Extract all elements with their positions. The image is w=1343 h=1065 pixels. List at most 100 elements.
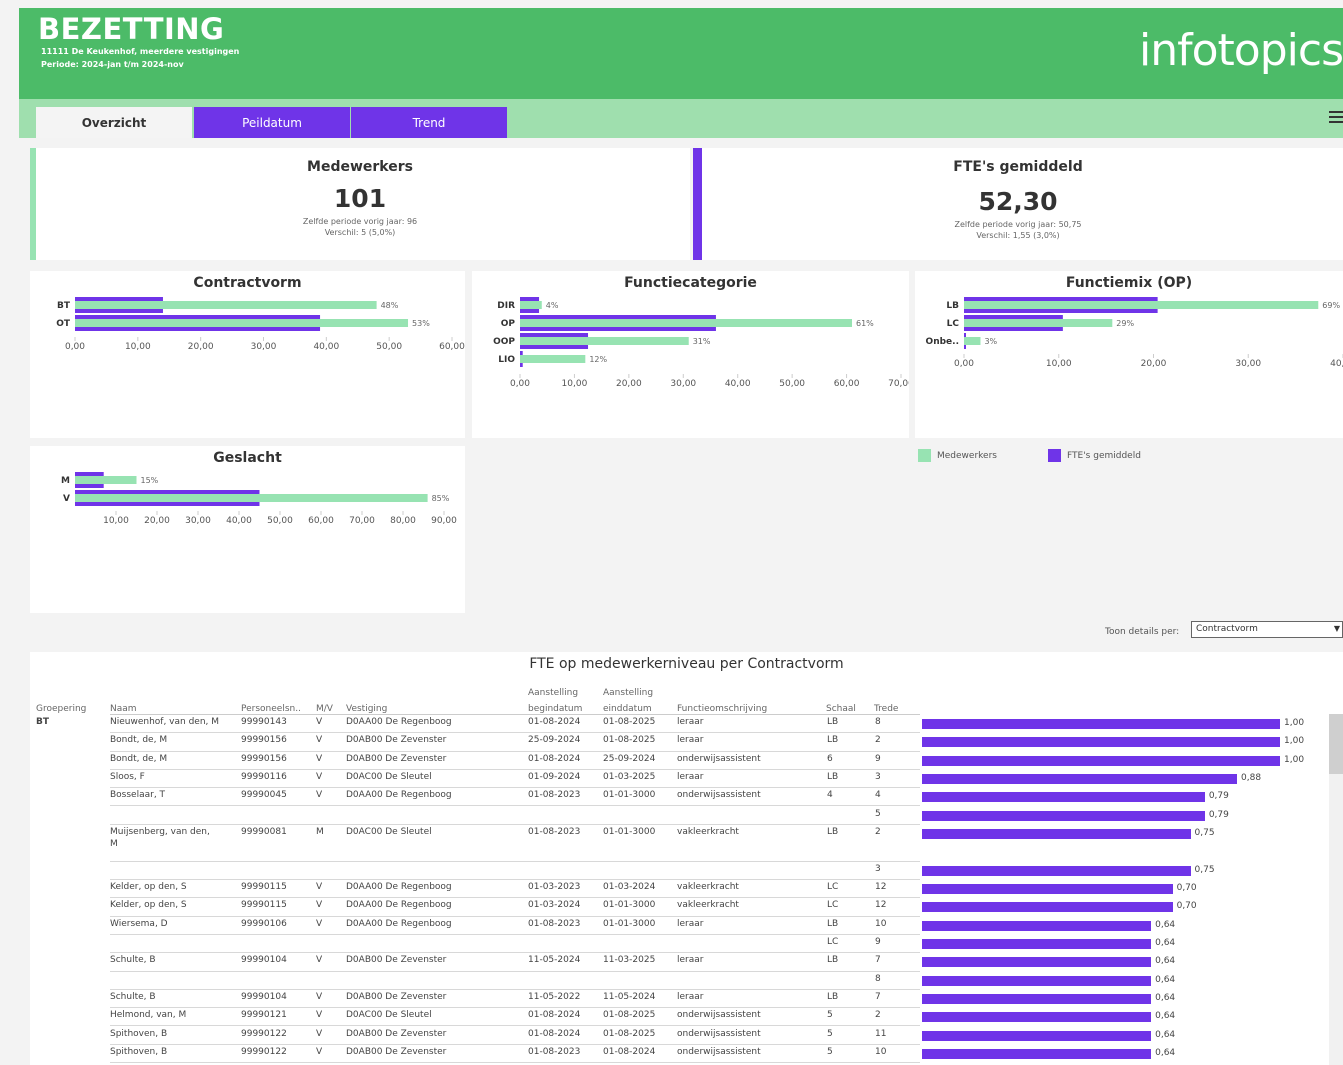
table-row[interactable]: Schulte, B 99990104 V D0AB00 De Zevenster 11…	[30, 990, 1343, 1009]
tick-label: 20,00	[188, 342, 214, 352]
cell-schaal: LB	[827, 955, 839, 966]
table-row[interactable]: Kelder, op den, S 99990115 V D0AA00 De Rege…	[30, 880, 1343, 899]
col-header-groepering[interactable]: Groepering	[36, 703, 86, 715]
legend-medewerkers[interactable]: Medewerkers	[918, 449, 997, 462]
category-label: DIR	[497, 301, 515, 311]
category-label: V	[63, 494, 70, 504]
table-row[interactable]: Muijsenberg, van den, M 99990081 M D0AC00 De…	[30, 825, 1343, 862]
cell-begindatum: 01-08-2024	[528, 1010, 581, 1021]
cell-functie: onderwijsassistent	[677, 1028, 761, 1039]
fte-bar[interactable]	[922, 902, 1173, 913]
fte-bar[interactable]	[922, 810, 1205, 821]
cell-trede: 2	[875, 735, 881, 746]
table-row[interactable]: 5 0,79	[30, 807, 1343, 825]
table-row[interactable]: Spithoven, B 99990122 V D0AB00 De Zevenster…	[30, 1027, 1343, 1045]
cell-begindatum: 01-09-2024	[528, 771, 581, 782]
tick-label: 50,00	[267, 516, 293, 526]
table-row[interactable]: Spithoven, B 99990122 V D0AB00 De Zevenster…	[30, 1045, 1343, 1064]
fte-bar[interactable]	[922, 828, 1191, 839]
fte-bar[interactable]	[922, 773, 1238, 784]
fte-bar[interactable]	[922, 975, 1152, 986]
table-row[interactable]: Kelder, op den, S 99990115 V D0AA00 De Rege…	[30, 898, 1343, 917]
tick-label: 30,00	[1235, 359, 1261, 369]
cell-einddatum: 01-03-2025	[603, 771, 656, 782]
table-row[interactable]: BT Nieuwenhof, van den, M 99990143 V D0AA00 …	[30, 715, 1343, 734]
tick-label: 10,00	[125, 342, 151, 352]
fte-bar[interactable]	[922, 719, 1280, 729]
fte-bar[interactable]	[922, 755, 1280, 766]
cell-einddatum: 01-08-2025	[603, 735, 656, 746]
fte-bar[interactable]	[922, 1030, 1152, 1041]
cell-groepering: BT	[36, 717, 49, 727]
fte-bar[interactable]	[922, 939, 1152, 949]
cell-begindatum: 01-03-2024	[528, 900, 581, 911]
cell-functie: leraar	[677, 735, 704, 746]
cell-einddatum: 01-08-2025	[603, 717, 656, 727]
table-row[interactable]: Sloos, F 99990116 V D0AC00 De Sleutel 01-09-…	[30, 770, 1343, 789]
percentage-label: 15%	[141, 476, 159, 485]
report-subtitle-period: Periode: 2024-jan t/m 2024-nov	[41, 60, 184, 69]
table-row[interactable]: LC 9 0,64	[30, 935, 1343, 954]
percentage-label: 12%	[589, 355, 607, 364]
percentage-label: 69%	[1322, 301, 1340, 310]
table-row[interactable]: Bosselaar, T 99990045 V D0AA00 De Regenboog…	[30, 788, 1343, 807]
col-header-aanstelling[interactable]: Aanstelling	[528, 687, 578, 699]
percentage-label: 53%	[412, 319, 430, 328]
cell-vestiging: D0AA00 De Regenboog	[346, 717, 452, 727]
tab-trend[interactable]: Trend	[351, 107, 507, 138]
fte-bar[interactable]	[922, 865, 1191, 876]
table-scrollbar-thumb[interactable]	[1329, 714, 1343, 774]
tick-label: 0,00	[65, 342, 85, 352]
table-row[interactable]: Wiersema, D 99990106 V D0AA00 De Regenboog 0…	[30, 917, 1343, 935]
legend-fte[interactable]: FTE's gemiddeld	[1048, 449, 1141, 462]
tick-label: 70,00	[349, 516, 375, 526]
cell-trede: 7	[875, 955, 881, 966]
hamburger-menu-icon[interactable]	[1329, 108, 1343, 126]
fte-bar[interactable]	[922, 920, 1152, 931]
cell-functie: vakleerkracht	[677, 900, 739, 911]
cell-functie: leraar	[677, 991, 704, 1002]
category-label: LC	[947, 319, 960, 329]
medewerkers-bar	[520, 319, 853, 327]
fte-bar[interactable]	[922, 957, 1152, 968]
fte-value-label: 0,75	[1194, 864, 1215, 875]
fte-bar[interactable]	[922, 792, 1205, 803]
cell-functie: leraar	[677, 717, 704, 727]
cell-schaal: LB	[827, 771, 839, 782]
tick-label: 0,00	[510, 379, 530, 389]
kpi-previous-year: Zelfde periode vorig jaar: 50,75	[954, 220, 1082, 229]
table-row[interactable]: Schulte, B 99990104 V D0AB00 De Zevenster 11…	[30, 953, 1343, 972]
table-row[interactable]: 3 0,75	[30, 862, 1343, 881]
col-header-aanstelling-eind[interactable]: Aanstelling	[603, 687, 653, 699]
tick-label: 70,00	[888, 379, 909, 389]
tick-label: 40,00	[1330, 359, 1343, 369]
table-row[interactable]: 8 0,64	[30, 972, 1343, 990]
tick-label: 0,00	[954, 359, 974, 369]
cell-naam: Bondt, de, M	[110, 753, 168, 764]
category-label: LB	[946, 301, 959, 311]
fte-bar[interactable]	[922, 1048, 1152, 1059]
fte-value-label: 0,64	[1155, 956, 1176, 967]
fte-bar[interactable]	[922, 993, 1152, 1004]
fte-bar[interactable]	[922, 884, 1173, 895]
tick-label: 60,00	[439, 342, 465, 352]
tick-label: 80,00	[390, 516, 416, 526]
report-subtitle-school: 11111 De Keukenhof, meerdere vestigingen	[41, 47, 240, 56]
tab-overzicht[interactable]: Overzicht	[36, 107, 192, 138]
percentage-label: 31%	[693, 337, 711, 346]
details-dropdown[interactable]: Contractvorm ▼	[1191, 621, 1343, 638]
fte-bar[interactable]	[922, 1012, 1152, 1023]
table-row[interactable]: Bondt, de, M 99990156 V D0AB00 De Zevenster…	[30, 752, 1343, 770]
cell-functie: onderwijsassistent	[677, 753, 761, 764]
cell-mv: V	[316, 771, 323, 782]
cell-einddatum: 11-03-2025	[603, 955, 656, 966]
tick-label: 50,00	[779, 379, 805, 389]
tab-peildatum[interactable]: Peildatum	[194, 107, 350, 138]
fte-bar[interactable]	[922, 737, 1280, 748]
cell-trede: 8	[875, 717, 881, 727]
tick-label: 30,00	[251, 342, 277, 352]
tick-label: 30,00	[670, 379, 696, 389]
table-row[interactable]: Helmond, van, M 99990121 V D0AC00 De Sleute…	[30, 1008, 1343, 1027]
table-row[interactable]: Bondt, de, M 99990156 V D0AB00 De Zevenster…	[30, 733, 1343, 752]
tick-label: 40,00	[725, 379, 751, 389]
